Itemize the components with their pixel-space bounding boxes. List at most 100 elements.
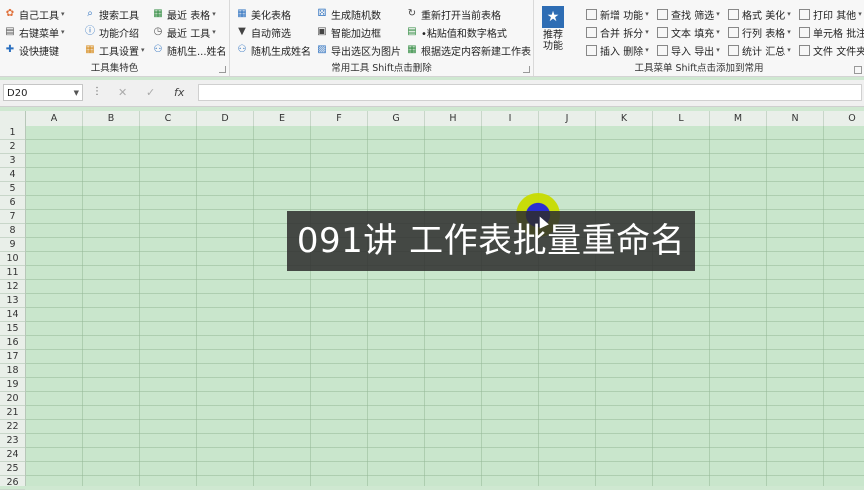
row-header[interactable]: 19 xyxy=(0,378,25,392)
row-header[interactable]: 21 xyxy=(0,406,25,420)
paste-values-button[interactable]: ▤ •粘贴值和数字格式 xyxy=(406,24,507,40)
chevron-down-icon: ▾ xyxy=(645,10,649,18)
row-header[interactable]: 12 xyxy=(0,280,25,294)
dialog-launcher-icon[interactable] xyxy=(219,66,226,73)
tool-menu-item[interactable]: 文件 文件夹▾ xyxy=(799,42,864,58)
tool-menu-item[interactable]: 查找 筛选 ▾ xyxy=(657,6,720,22)
column-header[interactable]: A xyxy=(26,111,83,126)
row-header[interactable]: 15 xyxy=(0,322,25,336)
tool-menu-item[interactable]: 导入 导出 ▾ xyxy=(657,42,720,58)
insert-function-icon[interactable]: fx xyxy=(174,86,184,99)
row-header[interactable]: 1 xyxy=(0,126,25,140)
feature-intro-button[interactable]: ⓘ 功能介绍 xyxy=(84,24,139,40)
tool-menu-item[interactable]: 新增 功能 ▾ xyxy=(586,6,649,22)
recent-tools-button[interactable]: ◷ 最近 工具 ▾ xyxy=(152,24,216,40)
settings-icon: ▦ xyxy=(85,44,95,55)
row-header[interactable]: 26 xyxy=(0,476,25,490)
row-header[interactable]: 17 xyxy=(0,350,25,364)
tool-menu-item[interactable]: 文本 填充 ▾ xyxy=(657,24,720,40)
random-name-generate-button[interactable]: ⚇ 随机生成姓名 xyxy=(236,42,311,58)
row-header[interactable]: 6 xyxy=(0,196,25,210)
chevron-down-icon: ▾ xyxy=(716,46,720,54)
row-header-bar: 1 2 3 4 5 6 7 8 9 10 11 12 13 14 15 16 17 18 19 20 21 22 23 24 2… xyxy=(0,126,26,490)
column-header[interactable]: B xyxy=(83,111,140,126)
row-header[interactable]: 22 xyxy=(0,420,25,434)
chevron-down-icon: ▾ xyxy=(212,10,216,18)
tool-menu-item[interactable]: 单元格 批注▾ xyxy=(799,24,864,40)
tool-menu-item[interactable]: 插入 删除 ▾ xyxy=(586,42,649,58)
row-header[interactable]: 16 xyxy=(0,336,25,350)
filter-icon: ▼ xyxy=(238,26,246,37)
search-tools-button[interactable]: ⌕ 搜索工具 xyxy=(84,6,139,22)
row-header[interactable]: 14 xyxy=(0,308,25,322)
tool-menu-item[interactable]: 格式 美化 ▾ xyxy=(728,6,791,22)
more-icon[interactable]: ⋮ xyxy=(92,86,102,97)
column-header[interactable]: K xyxy=(596,111,653,126)
chevron-down-icon: ▾ xyxy=(645,46,649,54)
row-header[interactable]: 11 xyxy=(0,266,25,280)
auto-filter-button[interactable]: ▼ 自动筛选 xyxy=(236,24,291,40)
name-box[interactable]: D20 ▼ xyxy=(3,84,83,101)
checkbox-icon xyxy=(728,8,739,20)
dialog-launcher-icon[interactable] xyxy=(523,66,530,73)
column-header[interactable]: J xyxy=(539,111,596,126)
random-number-button[interactable]: ⚄ 生成随机数 xyxy=(316,6,381,22)
column-header[interactable]: C xyxy=(140,111,197,126)
column-header[interactable]: E xyxy=(254,111,311,126)
chevron-down-icon[interactable]: ▼ xyxy=(74,85,79,102)
column-header[interactable]: M xyxy=(710,111,767,126)
chevron-down-icon: ▾ xyxy=(787,10,791,18)
formula-input[interactable] xyxy=(198,84,862,101)
row-header[interactable]: 5 xyxy=(0,182,25,196)
column-header[interactable]: D xyxy=(197,111,254,126)
row-header[interactable]: 25 xyxy=(0,462,25,476)
row-header[interactable]: 10 xyxy=(0,252,25,266)
column-header[interactable]: N xyxy=(767,111,824,126)
row-header[interactable]: 3 xyxy=(0,154,25,168)
export-image-button[interactable]: ▨ 导出选区为图片 xyxy=(316,42,401,58)
ribbon-expand-icon[interactable] xyxy=(854,66,862,74)
cell-grid[interactable] xyxy=(26,126,864,486)
column-header[interactable]: O xyxy=(824,111,864,126)
right-click-menu-button[interactable]: ▤ 右键菜单 ▾ xyxy=(4,24,64,40)
row-header[interactable]: 7 xyxy=(0,210,25,224)
column-header[interactable]: L xyxy=(653,111,710,126)
tool-menu-item[interactable]: 打印 其他 ▾ xyxy=(799,6,862,22)
row-header[interactable]: 24 xyxy=(0,448,25,462)
recent-tables-button[interactable]: ▦ 最近 表格 ▾ xyxy=(152,6,216,22)
row-header[interactable]: 20 xyxy=(0,392,25,406)
cancel-icon[interactable]: ✕ xyxy=(118,86,127,99)
checkbox-icon xyxy=(586,26,597,38)
my-tools-button[interactable]: ✿ 自己工具 ▾ xyxy=(4,6,65,22)
reopen-table-button[interactable]: ↻ 重新打开当前表格 xyxy=(406,6,501,22)
tool-menu-item[interactable]: 合并 拆分 ▾ xyxy=(586,24,649,40)
group-label: 工具菜单 Shift点击添加到常用 xyxy=(634,63,764,74)
border-icon: ▣ xyxy=(317,26,327,37)
chevron-down-icon: ▾ xyxy=(716,28,720,36)
recommend-features-button[interactable]: ★ 推荐 功能 xyxy=(540,6,566,52)
tool-settings-button[interactable]: ▦ 工具设置 ▾ xyxy=(84,42,144,58)
tool-menu-item[interactable]: 统计 汇总 ▾ xyxy=(728,42,791,58)
set-shortcut-button[interactable]: ✚ 设快捷键 xyxy=(4,42,59,58)
video-title-overlay: 091讲 工作表批量重命名 xyxy=(287,211,695,271)
column-header[interactable]: I xyxy=(482,111,539,126)
row-header[interactable]: 9 xyxy=(0,238,25,252)
tool-menu-item[interactable]: 行列 表格 ▾ xyxy=(728,24,791,40)
smart-border-button[interactable]: ▣ 智能加边框 xyxy=(316,24,381,40)
column-header[interactable]: G xyxy=(368,111,425,126)
row-header[interactable]: 18 xyxy=(0,364,25,378)
new-sheet-from-selection-button[interactable]: ▦ 根据选定内容新建工作表 xyxy=(406,42,531,58)
row-header[interactable]: 13 xyxy=(0,294,25,308)
row-header[interactable]: 23 xyxy=(0,434,25,448)
row-header[interactable]: 2 xyxy=(0,140,25,154)
random-name-button[interactable]: ⚇ 随机生...姓名 xyxy=(152,42,227,58)
select-all-corner[interactable] xyxy=(0,111,26,126)
users-icon: ⚇ xyxy=(153,44,163,55)
column-header[interactable]: H xyxy=(425,111,482,126)
enter-icon[interactable]: ✓ xyxy=(146,86,155,99)
beautify-table-button[interactable]: ▦ 美化表格 xyxy=(236,6,291,22)
row-header[interactable]: 8 xyxy=(0,224,25,238)
column-header[interactable]: F xyxy=(311,111,368,126)
row-header[interactable]: 4 xyxy=(0,168,25,182)
checkbox-icon xyxy=(657,44,668,56)
